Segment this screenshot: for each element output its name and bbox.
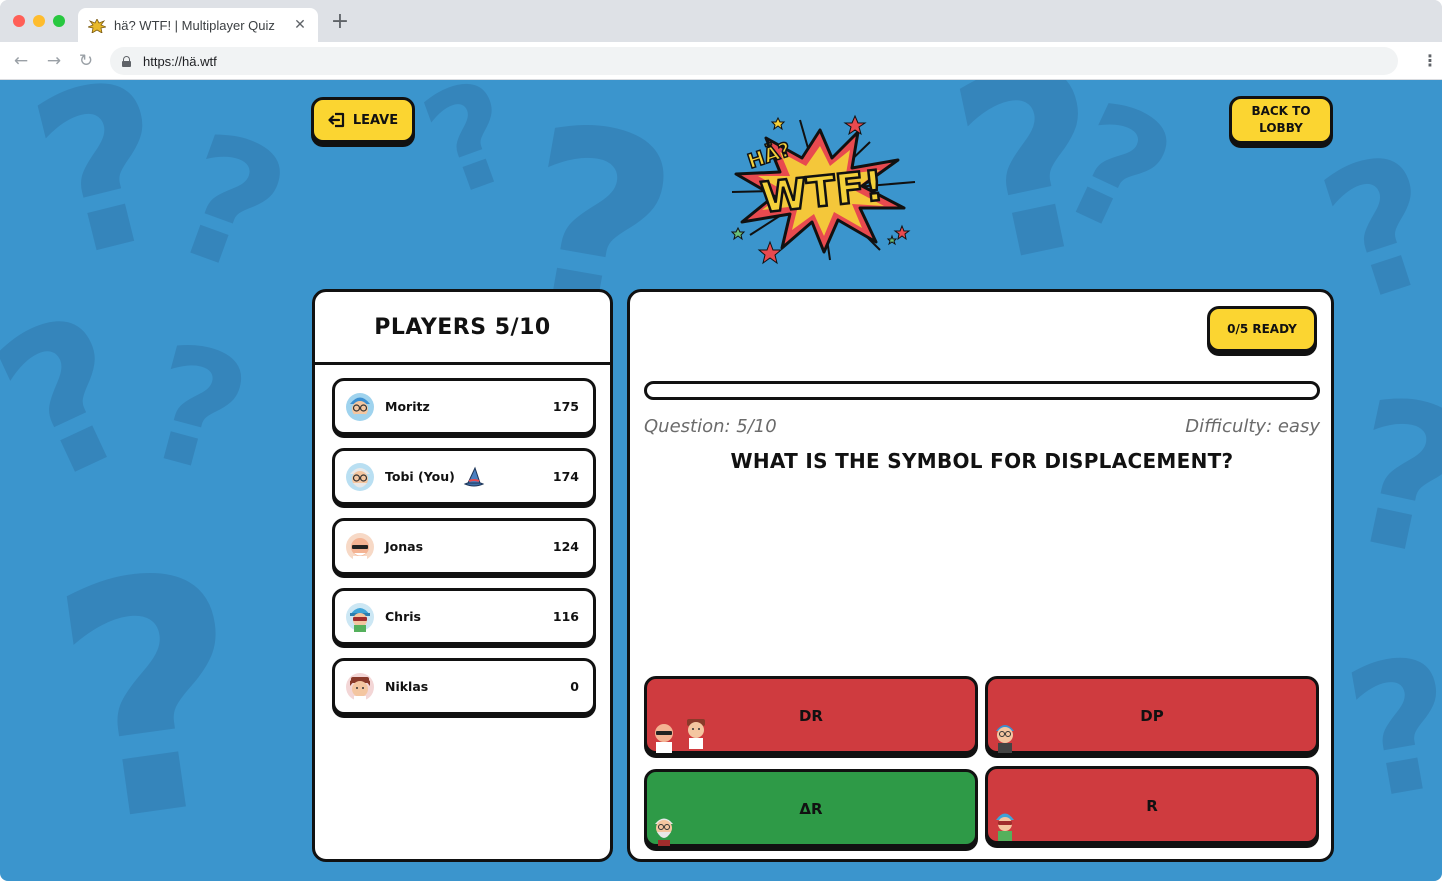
player-avatar-icon bbox=[346, 672, 374, 702]
players-title: PLAYERS 5/10 bbox=[315, 292, 610, 365]
background-question-mark-icon: ? bbox=[1327, 353, 1442, 606]
answer-label: ΔR bbox=[799, 800, 823, 818]
browser-tab[interactable]: hä? WTF! | Multiplayer Quiz ✕ bbox=[78, 8, 318, 42]
player-card-jonas: Jonas 124 bbox=[332, 518, 596, 575]
answer-option-3-correct[interactable]: ΔR bbox=[644, 769, 978, 847]
address-bar[interactable]: https://hä.wtf bbox=[110, 47, 1398, 75]
answer-option-4[interactable]: R bbox=[985, 766, 1319, 844]
game-page: ? ? ? ? ? ? ? ? ? ? ? ? LEAVE WTF! HÄ? B… bbox=[0, 80, 1442, 881]
background-question-mark-icon: ? bbox=[127, 307, 266, 512]
tab-bar: hä? WTF! | Multiplayer Quiz ✕ + bbox=[0, 0, 1442, 42]
answer-option-1[interactable]: DR bbox=[644, 676, 978, 754]
tab-title: hä? WTF! | Multiplayer Quiz bbox=[114, 17, 275, 33]
browser-toolbar: ← → ↻ https://hä.wtf ⋮ bbox=[0, 42, 1442, 80]
player-score: 116 bbox=[552, 609, 579, 624]
player-avatar-icon bbox=[346, 462, 374, 491]
back-arrow-icon[interactable]: ← bbox=[11, 51, 31, 71]
leave-button[interactable]: LEAVE bbox=[311, 97, 415, 143]
player-name: Jonas bbox=[385, 539, 424, 554]
players-panel: PLAYERS 5/10 Moritz 175 Tobi (You) 174 J… bbox=[312, 289, 613, 862]
question-counter: Question: 5/10 bbox=[644, 416, 777, 437]
leave-label: LEAVE bbox=[352, 112, 399, 128]
player-card-niklas: Niklas 0 bbox=[332, 658, 596, 715]
player-name: Chris bbox=[385, 609, 421, 624]
logo: WTF! HÄ? bbox=[720, 110, 925, 270]
quiz-panel: 0/5 READY Question: 5/10 Difficulty: eas… bbox=[627, 289, 1334, 862]
player-name: Tobi (You) bbox=[385, 466, 553, 488]
question-timer-bar bbox=[644, 381, 1320, 400]
answer-label: R bbox=[1146, 797, 1158, 815]
difficulty-label: Difficulty: easy bbox=[1185, 416, 1320, 437]
background-question-mark-icon: ? bbox=[149, 95, 310, 315]
tab-close-icon[interactable]: ✕ bbox=[292, 17, 308, 33]
player-score: 0 bbox=[570, 679, 579, 694]
forward-arrow-icon[interactable]: → bbox=[44, 51, 64, 71]
player-avatar-icon bbox=[346, 532, 374, 562]
answer-option-2[interactable]: DP bbox=[985, 676, 1319, 754]
player-avatar-icon bbox=[346, 392, 374, 421]
browser-menu-icon[interactable]: ⋮ bbox=[1422, 52, 1438, 70]
back-to-lobby-button[interactable]: BACK TO LOBBY bbox=[1229, 96, 1333, 144]
question-text: WHAT IS THE SYMBOL FOR DISPLACEMENT? bbox=[730, 449, 1234, 473]
background-question-mark-icon: ? bbox=[35, 502, 271, 881]
answer-label: DP bbox=[1140, 707, 1164, 725]
player-score: 175 bbox=[552, 399, 579, 414]
background-question-mark-icon: ? bbox=[404, 80, 537, 231]
new-tab-button[interactable]: + bbox=[330, 11, 350, 33]
favicon-icon bbox=[86, 18, 108, 34]
player-name: Moritz bbox=[385, 399, 430, 414]
player-name: Niklas bbox=[385, 679, 429, 694]
player-avatar-icon bbox=[346, 602, 374, 632]
minimize-window-button[interactable] bbox=[33, 15, 45, 27]
lock-icon bbox=[122, 55, 131, 67]
ready-button[interactable]: 0/5 READY bbox=[1207, 306, 1317, 352]
voter-avatar-icon bbox=[655, 724, 673, 753]
player-score: 124 bbox=[552, 539, 579, 554]
player-card-chris: Chris 116 bbox=[332, 588, 596, 645]
browser-window: hä? WTF! | Multiplayer Quiz ✕ + ← → ↻ ht… bbox=[0, 0, 1442, 881]
player-name-text: Tobi (You) bbox=[385, 469, 455, 484]
player-score: 174 bbox=[552, 469, 579, 484]
voter-avatar-icon bbox=[996, 725, 1014, 753]
wizard-hat-icon bbox=[463, 466, 485, 486]
background-question-mark-icon: ? bbox=[1332, 617, 1442, 842]
voter-avatar-icon bbox=[655, 818, 673, 846]
voter-avatar-icon bbox=[996, 813, 1014, 841]
voter-avatar-icon bbox=[687, 719, 705, 749]
maximize-window-button[interactable] bbox=[53, 15, 65, 27]
player-card-tobi: Tobi (You) 174 bbox=[332, 448, 596, 505]
player-card-moritz: Moritz 175 bbox=[332, 378, 596, 435]
exit-icon bbox=[328, 112, 346, 128]
question-meta: Question: 5/10 Difficulty: easy bbox=[644, 416, 1320, 437]
url-text: https://hä.wtf bbox=[143, 53, 217, 69]
reload-icon[interactable]: ↻ bbox=[76, 51, 96, 71]
close-window-button[interactable] bbox=[13, 15, 25, 27]
